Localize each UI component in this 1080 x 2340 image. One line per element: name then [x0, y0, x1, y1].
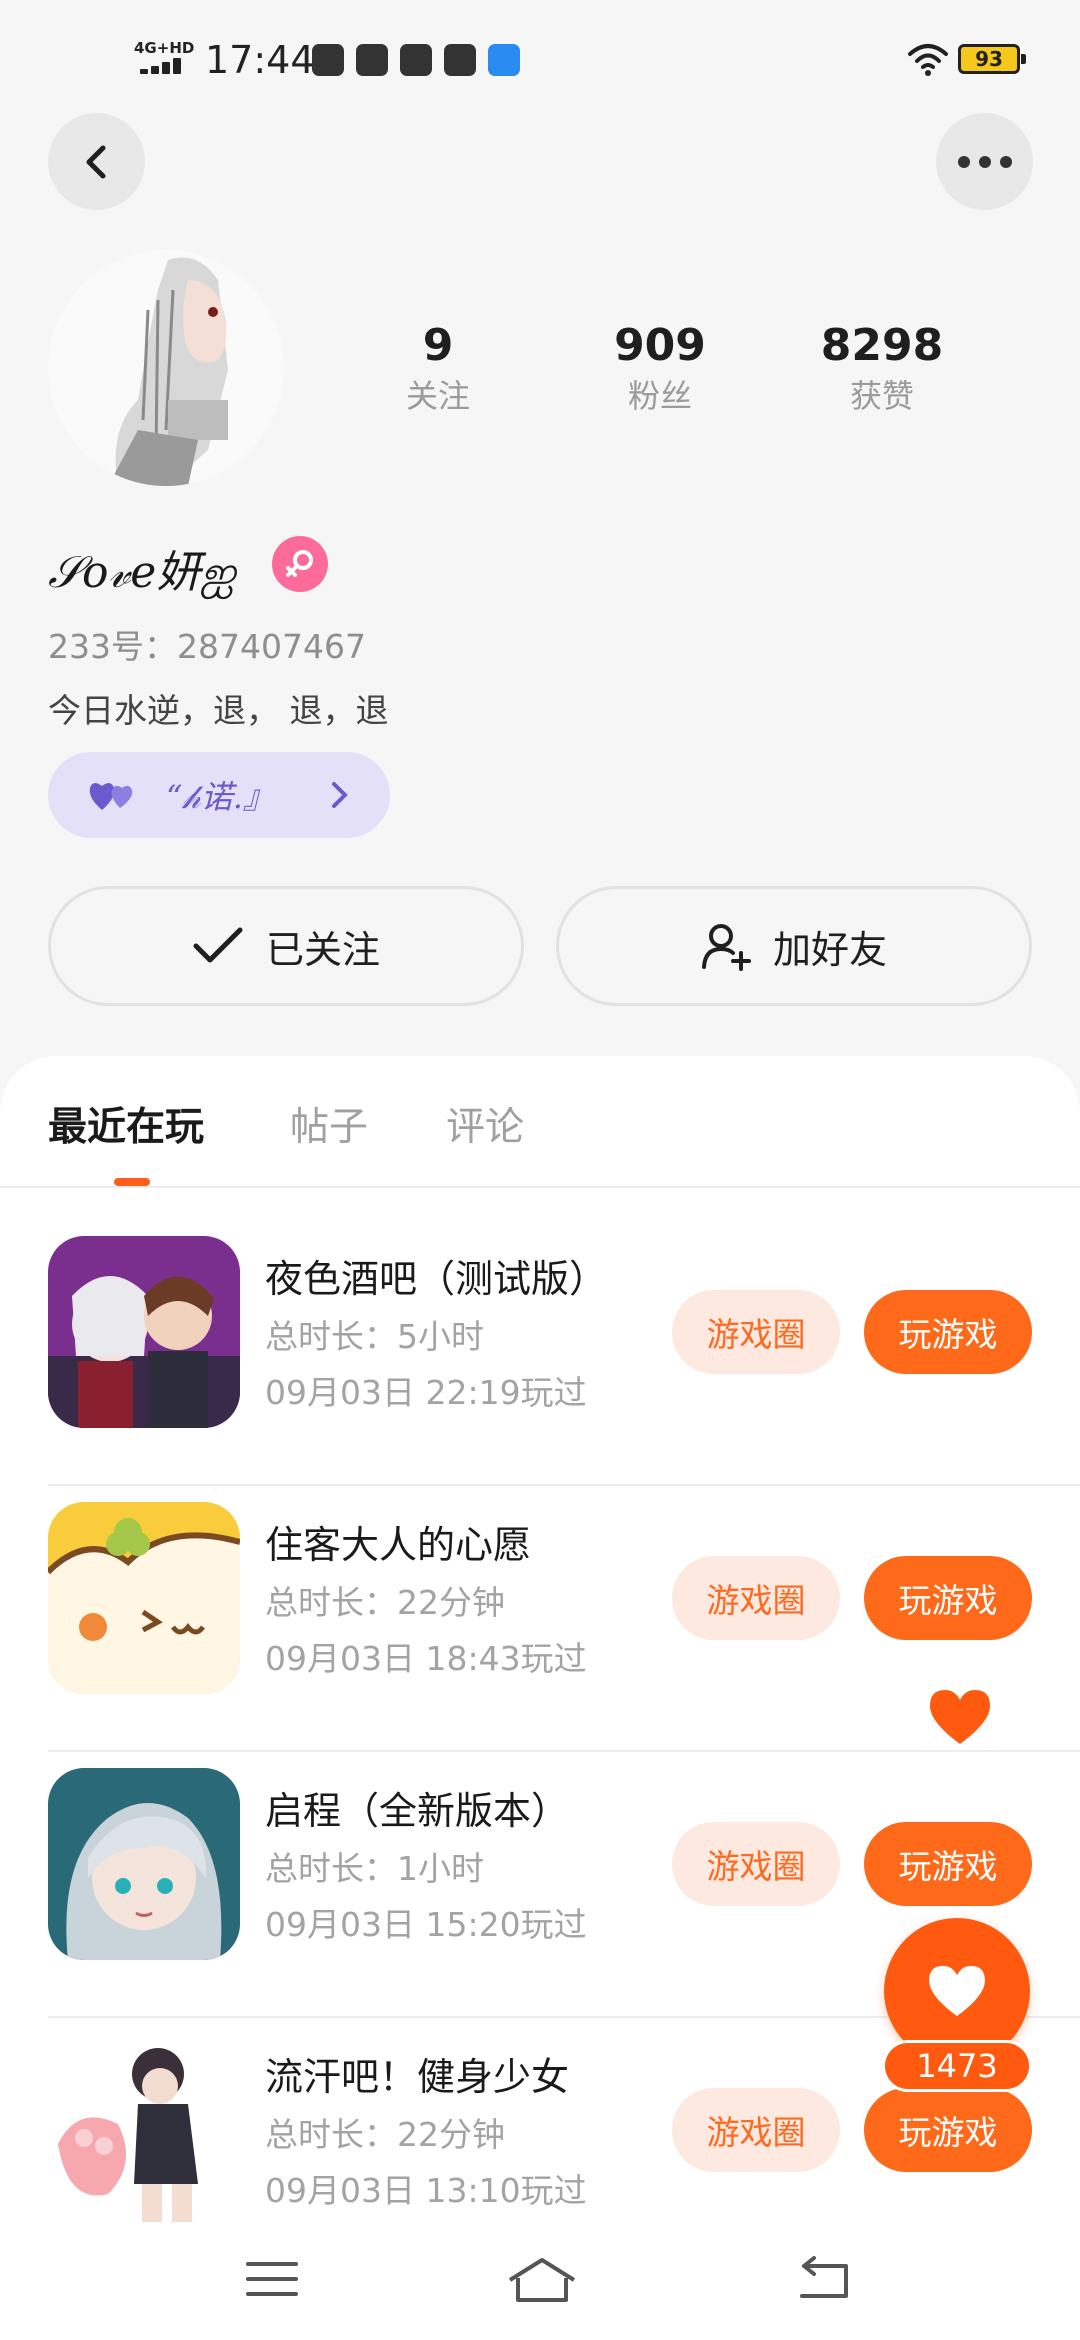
avatar[interactable]	[48, 250, 284, 486]
nickname: 𝒮𝑜𝓋𝑒妍ஐ	[48, 547, 236, 598]
game-item[interactable]: 住客大人的心愿 总时长：22分钟 09月03日 18:43玩过 游戏圈 玩游戏	[0, 1486, 1080, 1752]
following-button[interactable]: 已关注	[48, 886, 524, 1006]
hearts-icon	[89, 782, 133, 810]
game-icon[interactable]	[48, 2034, 240, 2226]
signal-icon	[140, 58, 188, 74]
stat-following[interactable]: 9 关注	[328, 318, 548, 418]
more-button[interactable]	[936, 113, 1033, 210]
clock: 17:44	[205, 38, 315, 82]
game-title: 流汗吧！健身少女	[265, 2055, 570, 2099]
heart-icon	[929, 1965, 985, 2017]
add-friend-button[interactable]: 加好友	[556, 886, 1032, 1006]
play-game-button[interactable]: 玩游戏	[864, 1290, 1032, 1374]
game-title: 启程（全新版本）	[265, 1789, 570, 1833]
game-duration: 总时长：1小时	[265, 1849, 484, 1888]
network-indicator: 4G+HD	[134, 39, 195, 57]
floating-heart-icon	[930, 1690, 990, 1744]
wifi-icon	[908, 44, 948, 76]
bio: 今日水逆，退， 退，退	[48, 691, 389, 730]
play-game-button[interactable]: 玩游戏	[864, 1556, 1032, 1640]
stat-label: 获赞	[849, 377, 914, 415]
stat-value: 909	[614, 320, 706, 371]
game-icon[interactable]	[48, 1502, 240, 1694]
following-label: 已关注	[265, 927, 380, 972]
game-title: 住客大人的心愿	[265, 1523, 532, 1567]
tab-comments[interactable]: 评论	[446, 1096, 524, 1152]
game-circle-button[interactable]: 游戏圈	[672, 1290, 840, 1374]
user-id: 233号：287407467	[48, 627, 366, 666]
stat-followers[interactable]: 909 粉丝	[550, 318, 770, 418]
stat-label: 关注	[405, 377, 470, 415]
game-title: 夜色酒吧（测试版）	[265, 1257, 608, 1301]
check-icon	[193, 927, 243, 963]
game-last-played: 09月03日 13:10玩过	[265, 2171, 587, 2210]
back-nav-icon[interactable]	[794, 2254, 854, 2304]
tab-bar: 最近在玩 帖子 评论	[0, 1056, 1080, 1188]
game-last-played: 09月03日 22:19玩过	[265, 1373, 587, 1412]
status-bar: 4G+HD 17:44 93	[0, 0, 1080, 120]
tag-text: “𝒽诺.』	[166, 778, 275, 816]
play-game-button[interactable]: 玩游戏	[864, 2088, 1032, 2172]
stat-value: 8298	[820, 320, 944, 371]
active-tab-indicator	[114, 1178, 150, 1186]
tab-recently-played[interactable]: 最近在玩	[48, 1096, 204, 1152]
back-button[interactable]	[48, 113, 145, 210]
game-icon[interactable]	[48, 1236, 240, 1428]
stat-label: 粉丝	[627, 377, 692, 415]
game-icon[interactable]	[48, 1768, 240, 1960]
notification-icons	[312, 44, 520, 76]
game-circle-button[interactable]: 游戏圈	[672, 2088, 840, 2172]
game-circle-button[interactable]: 游戏圈	[672, 1822, 840, 1906]
add-friend-label: 加好友	[772, 927, 887, 972]
play-game-button[interactable]: 玩游戏	[864, 1822, 1032, 1906]
battery-icon: 93	[958, 44, 1026, 74]
tab-posts[interactable]: 帖子	[290, 1096, 368, 1152]
game-duration: 总时长：22分钟	[265, 2115, 505, 2154]
home-icon[interactable]	[506, 2254, 578, 2304]
avatar-image	[48, 250, 284, 486]
game-last-played: 09月03日 18:43玩过	[265, 1639, 587, 1678]
message-icon	[312, 44, 344, 76]
chevron-left-icon	[86, 145, 105, 178]
system-nav-bar	[0, 2222, 1080, 2340]
game-last-played: 09月03日 15:20玩过	[265, 1905, 587, 1944]
app-icon	[444, 44, 476, 76]
menu-icon[interactable]	[242, 2254, 302, 2304]
stat-likes[interactable]: 8298 获赞	[772, 318, 992, 418]
media-icon	[400, 44, 432, 76]
female-icon	[272, 536, 328, 592]
content-panel: 最近在玩 帖子 评论 夜色酒吧（测试版） 总时长：5小时 09月03日 22:1…	[0, 1056, 1080, 2340]
game-item[interactable]: 夜色酒吧（测试版） 总时长：5小时 09月03日 22:19玩过 游戏圈 玩游戏	[0, 1220, 1080, 1486]
like-count: 1473	[882, 2040, 1032, 2092]
game-duration: 总时长：5小时	[265, 1317, 484, 1356]
chevron-right-icon	[332, 782, 348, 808]
add-user-icon	[701, 924, 751, 971]
more-dots-icon	[957, 155, 1012, 168]
game-duration: 总时长：22分钟	[265, 1583, 505, 1622]
stat-value: 9	[422, 320, 454, 371]
relationship-tag[interactable]: “𝒽诺.』	[48, 752, 390, 838]
game-circle-button[interactable]: 游戏圈	[672, 1556, 840, 1640]
message-icon	[356, 44, 388, 76]
app-icon	[488, 44, 520, 76]
